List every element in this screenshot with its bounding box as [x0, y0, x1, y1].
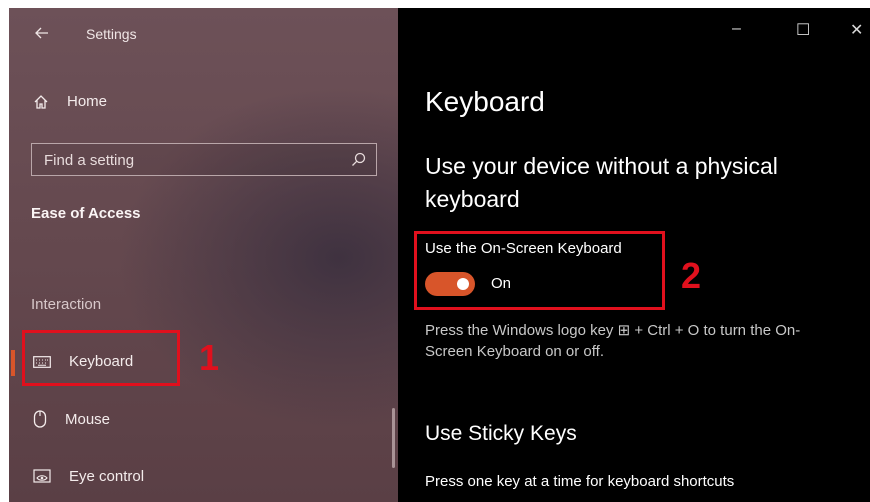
main-pane: – ☐ ✕ Keyboard Use your device without a…: [398, 8, 870, 502]
highlight-box-keyboard: [22, 330, 180, 386]
sticky-keys-description: Press one key at a time for keyboard sho…: [425, 473, 735, 490]
section-title: Ease of Access: [31, 205, 141, 222]
close-button[interactable]: ✕: [850, 20, 863, 40]
search-input[interactable]: Find a setting: [44, 152, 134, 169]
home-icon: [34, 94, 48, 109]
sidebar: Settings Home Find a setting Ease of Acc…: [9, 8, 398, 502]
mouse-icon: [33, 410, 47, 428]
selection-indicator: [11, 350, 15, 376]
settings-window: Settings Home Find a setting Ease of Acc…: [9, 8, 870, 502]
page-title: Keyboard: [425, 86, 545, 117]
eye-control-icon: [33, 468, 51, 483]
search-box[interactable]: Find a setting: [31, 143, 377, 176]
minimize-button[interactable]: –: [732, 20, 741, 38]
sidebar-scrollbar[interactable]: [392, 408, 395, 468]
step-marker-2: 2: [681, 255, 702, 296]
osk-description: Press the Windows logo key ⊞ + Ctrl + O …: [425, 322, 801, 360]
search-icon[interactable]: [351, 152, 366, 172]
section-heading-physical-keyboard: Use your device without a physical keybo…: [425, 153, 778, 212]
highlight-box-osk: [414, 231, 665, 310]
step-marker-1: 1: [199, 337, 220, 378]
back-arrow-icon[interactable]: [35, 26, 49, 43]
group-heading: Interaction: [31, 296, 102, 313]
sidebar-item-mouse[interactable]: Mouse: [33, 410, 110, 428]
sidebar-item-home[interactable]: Home: [33, 93, 107, 110]
maximize-button[interactable]: ☐: [796, 20, 810, 40]
sidebar-item-label: Eye control: [69, 468, 145, 485]
section-heading-sticky-keys: Use Sticky Keys: [425, 422, 577, 445]
sidebar-item-label: Mouse: [65, 410, 111, 428]
sidebar-item-eye-control[interactable]: Eye control: [33, 468, 144, 485]
home-label: Home: [67, 93, 108, 110]
app-title: Settings: [86, 26, 137, 42]
